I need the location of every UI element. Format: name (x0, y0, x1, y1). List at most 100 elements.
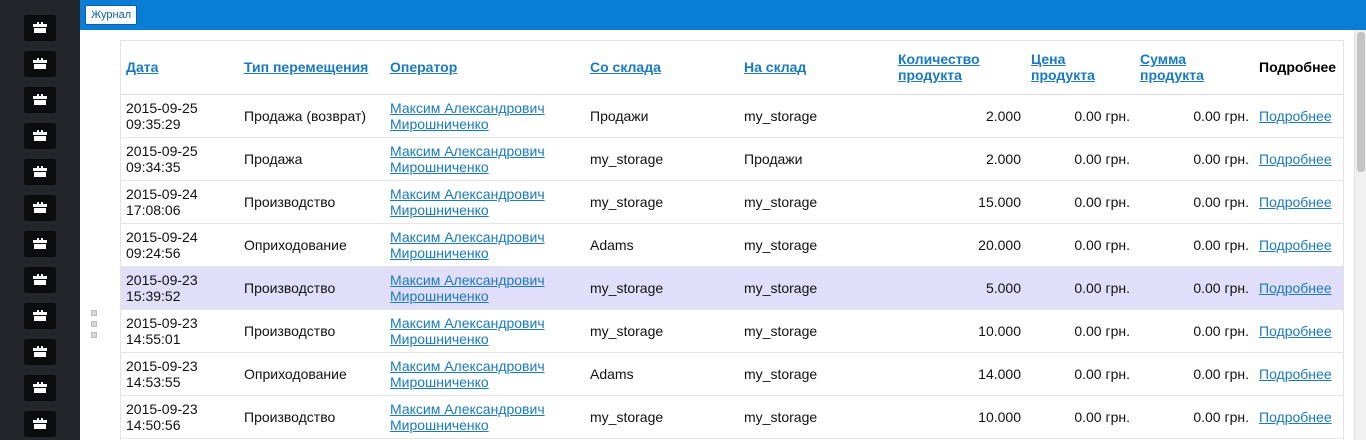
box-icon (33, 238, 47, 249)
operator-link[interactable]: Максим Александрович Мирошниченко (390, 143, 545, 175)
movements-table: Дата Тип перемещения Оператор Со склада … (121, 41, 1343, 439)
col-sum[interactable]: Сумма продукта (1135, 41, 1254, 95)
col-from-storage[interactable]: Со склада (585, 41, 739, 95)
table-row: 2015-09-24 17:08:06 Производство Максим Але… (121, 180, 1343, 224)
sort-sum-link[interactable]: Сумма продукта (1140, 51, 1204, 83)
sum-cell: 0.00 грн. (1135, 94, 1254, 138)
sort-to-storage-link[interactable]: На склад (744, 59, 806, 75)
operator-link[interactable]: Максим Александрович Мирошниченко (390, 401, 545, 433)
price-cell: 0.00 грн. (1026, 137, 1135, 181)
operator-name-line2: Мирошниченко (390, 158, 489, 175)
operator-link[interactable]: Максим Александрович Мирошниченко (390, 358, 545, 390)
sort-price-link[interactable]: Цена продукта (1031, 51, 1095, 83)
sidebar-button[interactable] (24, 231, 56, 257)
col-move-type[interactable]: Тип перемещения (239, 41, 385, 95)
sidebar-button[interactable] (24, 87, 56, 113)
operator-link[interactable]: Максим Александрович Мирошниченко (390, 229, 545, 261)
sidebar-button[interactable] (24, 375, 56, 401)
col-to-storage[interactable]: На склад (739, 41, 893, 95)
date-cell: 2015-09-23 14:50:56 (121, 395, 239, 439)
operator-name-line2: Мирошниченко (390, 416, 489, 433)
box-icon (33, 94, 47, 105)
sort-qty-link[interactable]: Количество продукта (898, 51, 980, 83)
scrollbar-thumb[interactable] (1357, 32, 1365, 172)
move-type-cell: Производство (239, 395, 385, 439)
sidebar-button[interactable] (24, 303, 56, 329)
details-cell: Подробнее (1254, 223, 1343, 267)
date-text: 2015-09-23 (126, 400, 198, 417)
operator-name-line1: Максим Александрович (390, 357, 545, 374)
qty-cell: 10.000 (893, 309, 1026, 353)
price-cell: 0.00 грн. (1026, 309, 1135, 353)
date-cell: 2015-09-25 09:35:29 (121, 94, 239, 138)
date-cell: 2015-09-24 09:24:56 (121, 223, 239, 267)
price-cell: 0.00 грн. (1026, 395, 1135, 439)
details-link[interactable]: Подробнее (1259, 237, 1332, 253)
operator-cell: Максим Александрович Мирошниченко (385, 94, 585, 138)
box-icon (33, 274, 47, 285)
details-link[interactable]: Подробнее (1259, 366, 1332, 382)
price-cell: 0.00 грн. (1026, 180, 1135, 224)
operator-link[interactable]: Максим Александрович Мирошниченко (390, 272, 545, 304)
left-sidebar (0, 0, 80, 440)
table-row: 2015-09-25 09:35:29 Продажа (возврат) Макси… (121, 94, 1343, 138)
to-storage-cell: my_storage (739, 395, 893, 439)
box-icon (33, 346, 47, 357)
from-storage-cell: Adams (585, 352, 739, 396)
col-qty[interactable]: Количество продукта (893, 41, 1026, 95)
to-storage-cell: Продажи (739, 137, 893, 181)
date-cell: 2015-09-23 15:39:52 (121, 266, 239, 310)
from-storage-cell: my_storage (585, 137, 739, 181)
sidebar-button[interactable] (24, 159, 56, 185)
operator-link[interactable]: Максим Александрович Мирошниченко (390, 315, 545, 347)
sidebar-button[interactable] (24, 339, 56, 365)
operator-link[interactable]: Максим Александрович Мирошниченко (390, 100, 545, 132)
operator-name-line2: Мирошниченко (390, 287, 489, 304)
qty-cell: 14.000 (893, 352, 1026, 396)
sidebar-button[interactable] (24, 123, 56, 149)
box-icon (33, 382, 47, 393)
sidebar-button[interactable] (24, 51, 56, 77)
date-cell: 2015-09-24 17:08:06 (121, 180, 239, 224)
operator-cell: Максим Александрович Мирошниченко (385, 352, 585, 396)
resize-handle[interactable] (91, 310, 99, 343)
details-link[interactable]: Подробнее (1259, 409, 1332, 425)
col-price[interactable]: Цена продукта (1026, 41, 1135, 95)
sort-operator-link[interactable]: Оператор (390, 59, 457, 75)
date-text: 2015-09-24 (126, 185, 198, 202)
handle-dot (91, 332, 97, 338)
date-cell: 2015-09-23 14:55:01 (121, 309, 239, 353)
sort-move-type-link[interactable]: Тип перемещения (244, 59, 368, 75)
details-link[interactable]: Подробнее (1259, 194, 1332, 210)
operator-name-line1: Максим Александрович (390, 271, 545, 288)
from-storage-cell: my_storage (585, 266, 739, 310)
sum-cell: 0.00 грн. (1135, 352, 1254, 396)
sidebar-button[interactable] (24, 411, 56, 437)
details-cell: Подробнее (1254, 266, 1343, 310)
details-link[interactable]: Подробнее (1259, 323, 1332, 339)
operator-cell: Максим Александрович Мирошниченко (385, 137, 585, 181)
move-type-cell: Производство (239, 309, 385, 353)
sort-from-storage-link[interactable]: Со склада (590, 59, 661, 75)
journal-button[interactable]: Журнал (85, 5, 138, 25)
operator-link[interactable]: Максим Александрович Мирошниченко (390, 186, 545, 218)
col-date[interactable]: Дата (121, 41, 239, 95)
operator-name-line1: Максим Александрович (390, 400, 545, 417)
details-link[interactable]: Подробнее (1259, 151, 1332, 167)
to-storage-cell: my_storage (739, 94, 893, 138)
price-cell: 0.00 грн. (1026, 266, 1135, 310)
details-link[interactable]: Подробнее (1259, 280, 1332, 296)
sidebar-button[interactable] (24, 267, 56, 293)
vertical-scrollbar[interactable] (1354, 30, 1366, 440)
qty-cell: 15.000 (893, 180, 1026, 224)
qty-cell: 2.000 (893, 94, 1026, 138)
sidebar-button[interactable] (24, 15, 56, 41)
date-cell: 2015-09-25 09:34:35 (121, 137, 239, 181)
col-operator[interactable]: Оператор (385, 41, 585, 95)
time-text: 09:35:29 (126, 115, 181, 132)
sidebar-button[interactable] (24, 195, 56, 221)
details-link[interactable]: Подробнее (1259, 108, 1332, 124)
details-cell: Подробнее (1254, 309, 1343, 353)
sort-date-link[interactable]: Дата (126, 59, 158, 75)
move-type-cell: Производство (239, 266, 385, 310)
